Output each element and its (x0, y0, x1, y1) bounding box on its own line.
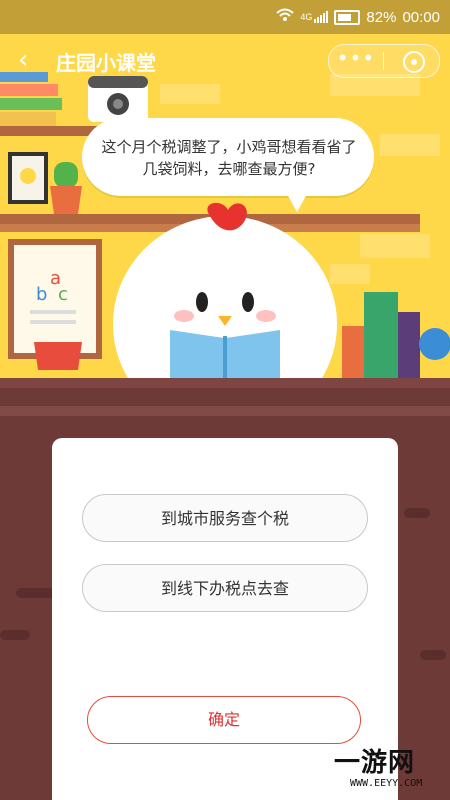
network-type: 4G (300, 12, 313, 22)
floor-stripe (0, 406, 450, 416)
nav-bar: ‹ 庄园小课堂 ••• (0, 34, 450, 86)
floor-mark (16, 588, 56, 598)
watermark-brand: 一游网 (334, 748, 416, 778)
floor-mark (404, 508, 430, 518)
watermark-url: WWW.EEYY.COM (350, 778, 423, 789)
status-bar: 4G 82% 00:00 (0, 0, 450, 34)
watermark: 一游网 WWW.EEYY.COM (330, 740, 450, 800)
more-icon: ••• (336, 46, 376, 70)
option-button-1[interactable]: 到城市服务查个税 (82, 494, 368, 542)
floor-stripe (0, 378, 450, 388)
floor-mark (420, 650, 446, 660)
option-button-2[interactable]: 到线下办税点去查 (82, 564, 368, 612)
capsule-divider (383, 52, 384, 70)
chevron-left-icon: ‹ (18, 45, 29, 75)
svg-text:b: b (36, 284, 47, 305)
speech-bubble: 这个月个税调整了，小鸡哥想看看省了几袋饲料，去哪查最方便? (82, 118, 374, 212)
battery-percent: 82% (366, 8, 397, 26)
close-mini-program-icon[interactable] (403, 51, 425, 73)
svg-text:c: c (58, 284, 68, 305)
more-button[interactable]: ••• (329, 45, 383, 77)
floor-mark (0, 630, 30, 640)
confirm-button[interactable]: 确定 (87, 696, 361, 744)
signal-icon (314, 11, 329, 23)
clock: 00:00 (402, 8, 440, 26)
page-title: 庄园小课堂 (56, 51, 156, 75)
wifi-icon (276, 8, 295, 26)
question-text: 这个月个税调整了，小鸡哥想看看省了几袋饲料，去哪查最方便? (101, 138, 357, 178)
battery-icon (334, 9, 361, 25)
mini-program-capsule: ••• (328, 44, 440, 78)
back-button[interactable]: ‹ (18, 47, 28, 73)
